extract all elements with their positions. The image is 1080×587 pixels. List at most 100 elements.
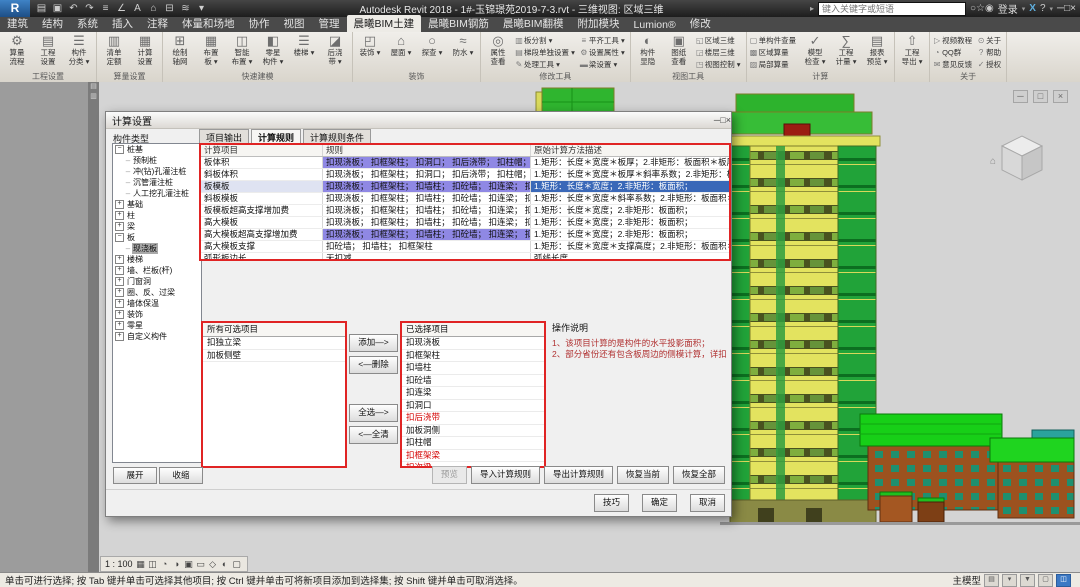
list-item[interactable]: 扣现浇板 (402, 337, 544, 350)
list-item[interactable]: 扣连梁 (402, 387, 544, 400)
list-item[interactable]: 扣洞口 (402, 400, 544, 413)
ribbon-tab[interactable]: 系统 (70, 15, 105, 32)
help-dropdown-icon[interactable]: ▾ (1050, 5, 1054, 13)
tree-item[interactable]: –人工挖孔灌注桩 (113, 188, 201, 199)
save-icon[interactable]: ▣ (50, 3, 65, 14)
table-row[interactable]: 弧形板边长无扣减弧线长度 (201, 253, 729, 261)
feedback-button[interactable]: ✉意见反馈 (932, 59, 975, 70)
clear-all-button[interactable]: <—全清 (349, 426, 398, 444)
tree-item[interactable]: –现浇板 (113, 243, 201, 254)
about-button[interactable]: ⊙关于 (976, 35, 1004, 46)
slab-split-button[interactable]: ▥板分割 ▾ (514, 35, 578, 46)
collapse-icon[interactable]: − (115, 145, 124, 154)
redo-icon[interactable]: ↷ (82, 3, 97, 14)
quantity-workflow-button[interactable]: ⚙算量 流程 (2, 33, 32, 66)
worksets-icon[interactable]: ▤ (984, 574, 999, 587)
select-all-button[interactable]: 全选—> (349, 404, 398, 422)
print-icon[interactable]: ≡ (98, 3, 113, 14)
ribbon-tab[interactable]: 修改 (683, 15, 718, 32)
waterproof-button[interactable]: ≈防水 ▾ (448, 33, 478, 58)
detail-level-icon[interactable]: ▦ (135, 558, 147, 570)
process-tools-button[interactable]: ✎处理工具 ▾ (514, 59, 578, 70)
analytical-model-icon[interactable]: ▢ (231, 558, 243, 570)
tree-item[interactable]: +自定义构件 (113, 331, 201, 342)
expand-icon[interactable]: + (115, 277, 124, 286)
shadows-icon[interactable]: ◑ (171, 558, 183, 570)
license-button[interactable]: ✓授权 (976, 59, 1004, 70)
design-options-icon[interactable]: ▾ (1002, 574, 1017, 587)
decoration-button[interactable]: ◰装饰 ▾ (355, 33, 385, 58)
ribbon-tab[interactable]: 管理 (312, 15, 347, 32)
expand-icon[interactable]: + (115, 200, 124, 209)
press-drag-icon[interactable]: ◫ (1056, 574, 1071, 587)
list-item[interactable]: 加板洞侧 (402, 425, 544, 438)
tree-item[interactable]: +墙体保温 (113, 298, 201, 309)
table-row[interactable]: 斜板体积扣现浇板； 扣框架柱； 扣洞口； 扣后浇带； 扣柱帽； 扣砼墙； 扣墙柱… (201, 169, 729, 181)
region-3d-button[interactable]: ◱区域三维 (695, 35, 744, 46)
add-button[interactable]: 添加—> (349, 334, 398, 352)
table-row[interactable]: 板模板扣现浇板； 扣框架柱； 扣墙柱； 扣砼墙； 扣连梁； 扣洞口； 扣后浇带1… (201, 181, 729, 193)
region-quantity-button[interactable]: ▩区域算量 (749, 47, 800, 58)
qat-overflow-icon[interactable]: ▸ (810, 4, 814, 13)
restore-current-button[interactable]: 恢复当前 (617, 466, 669, 484)
ribbon-tab[interactable]: 晨曦BIM钢筋 (421, 15, 496, 32)
tree-item[interactable]: –沉管灌注桩 (113, 177, 201, 188)
favorites-icon[interactable]: ☆ (976, 3, 985, 14)
table-row[interactable]: 高大模板扣现浇板； 扣框架柱； 扣墙柱； 扣砼墙； 扣连梁； 扣洞口； 加板洞侧… (201, 217, 729, 229)
expand-icon[interactable]: + (115, 332, 124, 341)
view-control-button[interactable]: ◳视图控制 ▾ (695, 59, 744, 70)
customize-qat-icon[interactable]: ▾ (194, 3, 209, 14)
sign-in-dropdown-icon[interactable]: ▾ (1022, 5, 1026, 13)
project-quantity-button[interactable]: ∑工程 计量 ▾ (831, 33, 861, 66)
view-minimize-icon[interactable]: ─ (1013, 90, 1028, 103)
view-restore-icon[interactable]: □ (1033, 90, 1048, 103)
drawing-view-button[interactable]: ▣图纸 查看 (664, 33, 694, 66)
ribbon-tab[interactable]: 结构 (35, 15, 70, 32)
roofing-button[interactable]: ⌂屋面 ▾ (386, 33, 416, 58)
report-preview-button[interactable]: ▤报表 预览 ▾ (862, 33, 892, 66)
tree-item[interactable]: –预制桩 (113, 155, 201, 166)
export-rules-button[interactable]: 导出计算规则 (544, 466, 613, 484)
scale-label[interactable]: 1 : 100 (105, 559, 133, 569)
import-rules-button[interactable]: 导入计算规则 (471, 466, 540, 484)
tree-item[interactable]: +门窗洞 (113, 276, 201, 287)
model-check-button[interactable]: ✓模型 检查 ▾ (800, 33, 830, 66)
restore-all-button[interactable]: 恢复全部 (673, 466, 725, 484)
list-item[interactable]: 扣独立梁 (203, 337, 345, 350)
list-item[interactable]: 加板侧壁 (203, 350, 345, 363)
table-row[interactable]: 高大模板超高支撑增加费扣现浇板； 扣框架柱； 扣墙柱； 扣砼墙； 扣连梁； 扣洞… (201, 229, 729, 241)
ribbon-tab[interactable]: 插入 (105, 15, 140, 32)
expand-icon[interactable]: + (115, 288, 124, 297)
properties-panel-icon[interactable]: ▤ (90, 83, 97, 90)
tree-item[interactable]: +零星 (113, 320, 201, 331)
component-category-button[interactable]: ☰构件 分类 ▾ (64, 33, 94, 66)
qq-group-button[interactable]: ◔QQ群 (932, 47, 975, 58)
property-view-button[interactable]: ◎属性 查看 (483, 33, 513, 66)
default-3d-view-icon[interactable]: ⌂ (146, 3, 161, 14)
profile-icon[interactable]: ◉ (985, 3, 994, 14)
bill-quota-button[interactable]: ▥清单 定额 (99, 33, 129, 66)
expand-icon[interactable]: + (115, 321, 124, 330)
expand-icon[interactable]: + (115, 222, 124, 231)
expand-icon[interactable]: + (115, 211, 124, 220)
ribbon-tab[interactable]: 注释 (140, 15, 175, 32)
sun-path-icon[interactable]: ◔ (159, 558, 171, 570)
stair-flight-settings-button[interactable]: ▤梯段单独设置 ▾ (514, 47, 578, 58)
collapse-icon[interactable]: − (115, 233, 124, 242)
place-slab-button[interactable]: ▦布置 板 ▾ (196, 33, 226, 66)
beam-settings-button[interactable]: ▬梁设置 ▾ (579, 59, 628, 70)
search-input[interactable] (818, 2, 966, 16)
table-row[interactable]: 斜板模板扣现浇板； 扣框架柱； 扣墙柱； 扣砼墙； 扣连梁； 扣洞口； 加板洞侧… (201, 193, 729, 205)
list-item[interactable]: 扣柱帽 (402, 437, 544, 450)
list-item[interactable]: 扣砼墙 (402, 375, 544, 388)
calc-settings-button[interactable]: ▦计算 设置 (130, 33, 160, 66)
tree-item[interactable]: +圈、反、过梁 (113, 287, 201, 298)
dialog-close-button[interactable]: × (726, 115, 731, 125)
tree-item[interactable]: −板 (113, 232, 201, 243)
open-icon[interactable]: ▤ (34, 3, 49, 14)
section-icon[interactable]: ⊟ (162, 3, 177, 14)
list-item[interactable]: 扣墙柱 (402, 362, 544, 375)
tree-item[interactable]: +墙、栏板(杆) (113, 265, 201, 276)
smart-place-button[interactable]: ◫智能 布置 ▾ (227, 33, 257, 66)
help-icon[interactable]: ? (1040, 3, 1046, 14)
